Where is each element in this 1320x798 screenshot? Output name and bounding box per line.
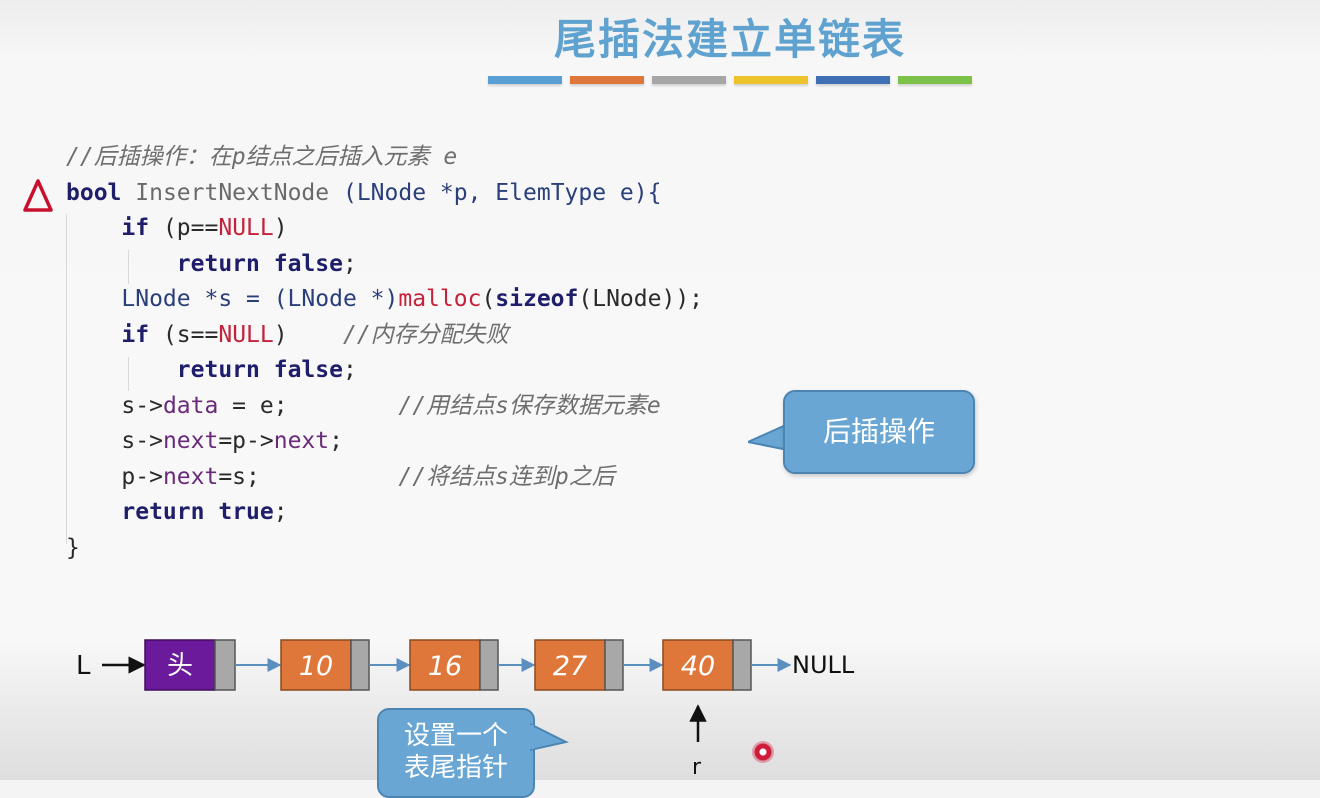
code-line-return-true: return true; [121, 499, 288, 525]
code-line-comment-header: //后插操作：在p结点之后插入元素 e [66, 144, 458, 170]
code-block: //后插操作：在p结点之后插入元素 e bool InsertNextNode … [66, 140, 703, 566]
head-node-label: 头 [167, 651, 193, 681]
warning-triangle-icon [23, 179, 53, 212]
code-line-assign-next: s->next=p->next; [121, 428, 343, 454]
accent-bar-segment [570, 76, 644, 84]
callout-tail-pointer: 设置一个 表尾指针 [377, 708, 535, 798]
code-line-closing-brace: } [66, 534, 80, 561]
accent-bar-segment [816, 76, 890, 84]
code-line-assign-data: s->data = e; //用结点s保存数据元素e [121, 392, 661, 419]
list-node-next [350, 639, 370, 691]
tail-pointer-label: r [692, 755, 702, 780]
head-node-next [214, 639, 236, 691]
callout-tail-pointer-line1: 设置一个 [403, 721, 508, 751]
accent-bar-segment [488, 76, 562, 84]
accent-bar-segment [898, 76, 972, 84]
callout-tail-icon [530, 722, 569, 752]
code-line-link: p->next=s; //将结点s连到p之后 [121, 463, 615, 490]
accent-bar-segment [652, 76, 726, 84]
list-node-value: 16 [428, 651, 462, 682]
slide-canvas: 尾插法建立单链表 //后插操作：在p结点之后插入元素 e bool Insert… [0, 0, 1320, 798]
accent-bar-segment [734, 76, 808, 84]
null-label: NULL [792, 651, 855, 679]
head-pointer-label: L [76, 651, 91, 681]
list-node-next [732, 639, 752, 691]
callout-tail-pointer-line2: 表尾指针 [403, 753, 508, 783]
accent-color-bar [488, 76, 980, 84]
list-node-value: 40 [681, 651, 715, 682]
linked-list-diagram: L 头 10 16 27 40 NULL r [76, 639, 855, 780]
cursor-dot-icon [752, 741, 774, 763]
code-line-return-false: return false; [176, 357, 357, 383]
code-line-if-s-null: if (s==NULL) //内存分配失败 [121, 321, 509, 348]
code-line-malloc: LNode *s = (LNode *)malloc(sizeof(LNode)… [121, 286, 704, 312]
callout-insert-after: 后插操作 [783, 390, 975, 474]
list-node-next [479, 639, 499, 691]
list-node-value: 10 [299, 651, 333, 682]
code-line-if-p-null: if (p==NULL) [121, 215, 288, 241]
slide-title: 尾插法建立单链表 [553, 15, 906, 64]
code-line-signature: bool InsertNextNode (LNode *p, ElemType … [66, 179, 662, 206]
list-node-value: 27 [553, 651, 587, 682]
list-node-next [604, 639, 624, 691]
callout-tail-icon [748, 422, 788, 452]
code-line-return-false: return false; [176, 250, 357, 277]
